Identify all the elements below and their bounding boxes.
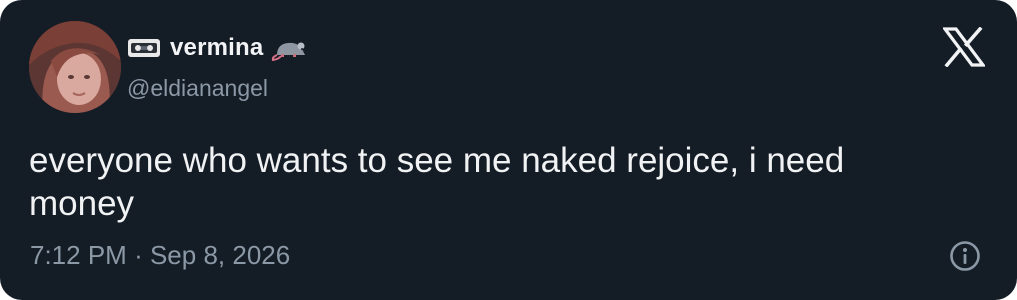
- author-name-row[interactable]: vermina: [127, 31, 309, 65]
- author-handle[interactable]: @eldianangel: [127, 75, 268, 102]
- avatar[interactable]: [29, 21, 121, 113]
- tweet-card: vermina @eldianangel everyone who wants …: [0, 0, 1017, 300]
- tweet-date: Sep 8, 2026: [149, 240, 291, 270]
- rat-icon: [272, 42, 306, 61]
- meta-separator: ·: [134, 240, 143, 270]
- tweet-timestamp[interactable]: 7:12 PM · Sep 8, 2026: [30, 240, 290, 271]
- tweet-time: 7:12 PM: [30, 240, 127, 270]
- avatar-image: [29, 21, 121, 113]
- tweet-text: everyone who wants to see me naked rejoi…: [29, 141, 845, 223]
- author-display-name[interactable]: vermina: [170, 34, 263, 62]
- x-logo-icon[interactable]: [943, 27, 985, 67]
- info-icon[interactable]: [949, 240, 981, 272]
- vhs-cassette-icon: [128, 39, 160, 57]
